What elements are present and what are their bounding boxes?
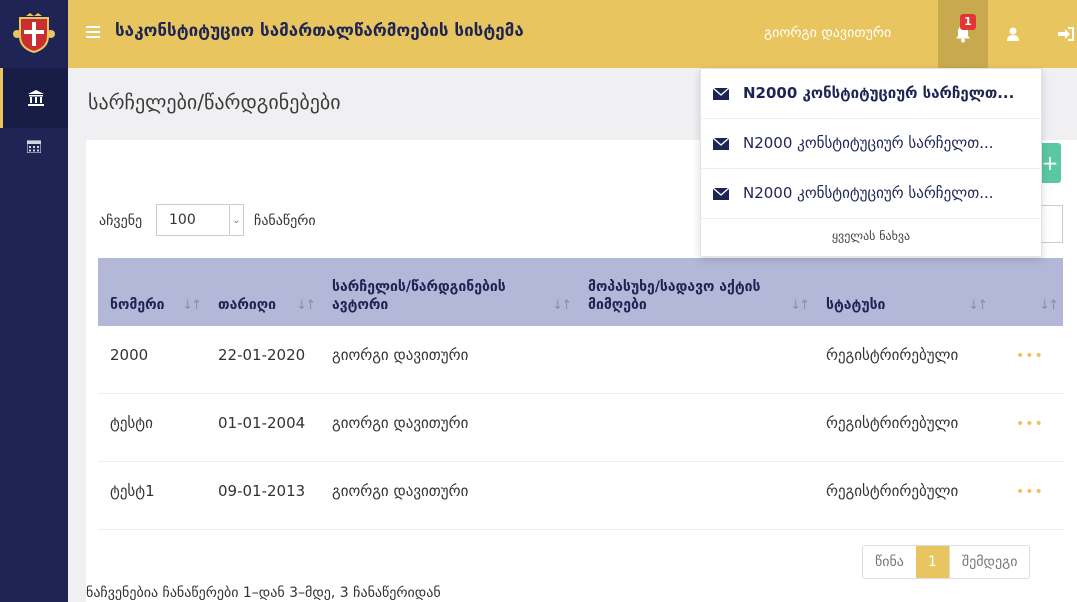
column-header-actions[interactable]: ↓↑ xyxy=(992,258,1063,326)
row-actions-button[interactable]: ••• xyxy=(1016,484,1044,500)
envelope-icon xyxy=(713,138,729,150)
chevron-down-icon: ⌄ xyxy=(229,205,243,235)
notification-text: N2000 კონსტიტუციურ სარჩელთ... xyxy=(743,134,994,152)
notification-text: N2000 კონსტიტუციურ სარჩელთ... xyxy=(743,184,994,202)
records-label: ჩანაწერი xyxy=(254,213,316,229)
table-info: ნაჩვენებია ჩანაწერები 1–დან 3–მდე, 3 ჩან… xyxy=(86,585,441,601)
sort-icon: ↓↑ xyxy=(968,298,988,313)
cell-status: რეგისტრირებული xyxy=(826,414,959,432)
table-row[interactable]: ტესტი 01-01-2004 გიორგი დავითური რეგისტრ… xyxy=(98,394,1063,462)
cell-number: ტესტ1 xyxy=(110,482,155,500)
notification-item[interactable]: N2000 კონსტიტუციურ სარჩელთ... xyxy=(701,169,1041,219)
user-profile-button[interactable] xyxy=(993,0,1033,68)
pagination-current-page[interactable]: 1 xyxy=(915,546,949,578)
cell-status: რეგისტრირებული xyxy=(826,482,959,500)
pagination: წინა 1 შემდეგი xyxy=(862,545,1031,579)
calendar-icon xyxy=(27,140,41,153)
sort-icon: ↓↑ xyxy=(182,298,202,313)
notifications-dropdown: N2000 კონსტიტუციურ სარჩელთ... N2000 კონს… xyxy=(700,68,1042,257)
column-header-number[interactable]: ნომერი ↓↑ xyxy=(98,258,206,326)
user-icon xyxy=(1007,27,1019,41)
pagination-next-button[interactable]: შემდეგი xyxy=(948,546,1030,578)
cell-number: ტესტი xyxy=(110,414,153,432)
cell-number: 2000 xyxy=(110,346,149,364)
bank-building-icon xyxy=(27,90,44,106)
page-title: სარჩელები/წარდგინებები xyxy=(88,90,341,114)
sort-icon: ↓↑ xyxy=(296,298,316,313)
column-header-date[interactable]: თარიღი ↓↑ xyxy=(206,258,320,326)
georgia-coat-of-arms-icon xyxy=(13,13,55,54)
cell-date: 09-01-2013 xyxy=(218,482,306,500)
notification-text: N2000 კონსტიტუციურ სარჩელთ... xyxy=(743,84,1015,102)
cell-author: გიორგი დავითური xyxy=(332,414,469,432)
notification-item[interactable]: N2000 კონსტიტუციურ სარჩელთ... xyxy=(701,119,1041,169)
page-length-value: 100 xyxy=(169,212,196,228)
notifications-button[interactable]: 1 xyxy=(938,0,988,68)
sidebar-item-calendar[interactable] xyxy=(0,116,68,176)
column-header-respondent[interactable]: მოპასუხე/სადავო აქტის მიმღები ↓↑ xyxy=(576,258,814,326)
hamburger-menu-icon[interactable] xyxy=(86,26,100,38)
sort-icon: ↓↑ xyxy=(552,298,572,313)
cell-date: 01-01-2004 xyxy=(218,414,306,432)
pagination-prev-button[interactable]: წინა xyxy=(863,546,916,578)
app-title: საკონსტიტუციო სამართალწარმოების სისტემა xyxy=(115,21,524,41)
cell-author: გიორგი დავითური xyxy=(332,482,469,500)
sort-icon: ↓↑ xyxy=(790,298,810,313)
row-actions-button[interactable]: ••• xyxy=(1016,348,1044,364)
sign-out-icon xyxy=(1058,27,1074,41)
table-row[interactable]: ტესტ1 09-01-2013 გიორგი დავითური რეგისტრ… xyxy=(98,462,1063,530)
envelope-icon xyxy=(713,88,729,100)
notification-count-badge: 1 xyxy=(960,14,976,30)
add-case-button[interactable]: + xyxy=(1039,143,1061,183)
table-header: ნომერი ↓↑ თარიღი ↓↑ სარჩელის/წარდგინების… xyxy=(98,258,1063,326)
logout-button[interactable] xyxy=(1046,0,1077,68)
cell-author: გიორგი დავითური xyxy=(332,346,469,364)
cell-status: რეგისტრირებული xyxy=(826,346,959,364)
column-header-status[interactable]: სტატუსი ↓↑ xyxy=(814,258,992,326)
column-header-author[interactable]: სარჩელის/წარდგინების ავტორი ↓↑ xyxy=(320,258,576,326)
table-row[interactable]: 2000 22-01-2020 გიორგი დავითური რეგისტრი… xyxy=(98,326,1063,394)
cases-table: ნომერი ↓↑ თარიღი ↓↑ სარჩელის/წარდგინების… xyxy=(98,258,1063,530)
page-length-select[interactable]: 100 ⌄ xyxy=(156,204,244,236)
row-actions-button[interactable]: ••• xyxy=(1016,416,1044,432)
user-name-link[interactable]: გიორგი დავითური xyxy=(764,25,891,41)
show-label: აჩვენე xyxy=(99,213,143,229)
sidebar xyxy=(0,68,68,602)
cell-date: 22-01-2020 xyxy=(218,346,306,364)
top-navbar: საკონსტიტუციო სამართალწარმოების სისტემა … xyxy=(0,0,1077,68)
envelope-icon xyxy=(713,188,729,200)
logo[interactable] xyxy=(0,0,68,68)
notification-item[interactable]: N2000 კონსტიტუციურ სარჩელთ... xyxy=(701,69,1041,119)
view-all-notifications-link[interactable]: ყველას ნახვა xyxy=(701,229,1041,243)
sort-icon: ↓↑ xyxy=(1039,298,1059,313)
